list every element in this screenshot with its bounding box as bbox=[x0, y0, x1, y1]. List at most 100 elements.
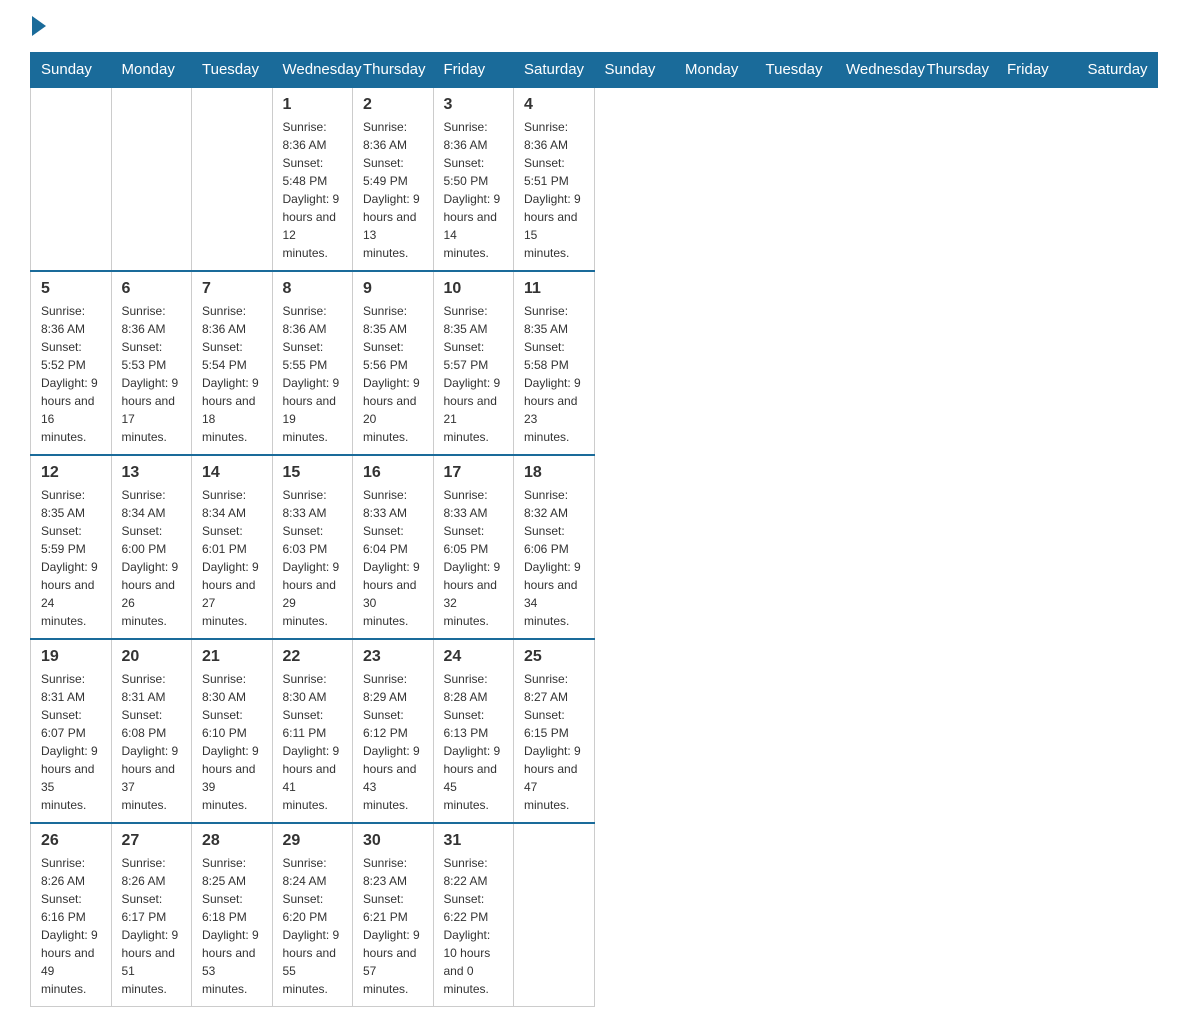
day-cell: 10Sunrise: 8:35 AM Sunset: 5:57 PM Dayli… bbox=[433, 271, 514, 455]
day-number: 30 bbox=[363, 832, 423, 850]
col-header-tuesday: Tuesday bbox=[755, 53, 836, 88]
day-header-tuesday: Tuesday bbox=[192, 53, 273, 88]
day-number: 15 bbox=[283, 464, 343, 482]
day-cell: 29 Sunrise: 8:24 AM Sunset: 6:20 PM Dayli… bbox=[272, 823, 353, 1007]
day-info: Sunrise: 8:24 AM Sunset: 6:20 PM Dayligh… bbox=[283, 854, 343, 998]
col-header-saturday: Saturday bbox=[1077, 53, 1158, 88]
day-cell: 25Sunrise: 8:27 AM Sunset: 6:15 PM Dayli… bbox=[514, 639, 595, 823]
day-cell: 31 Sunrise: 8:22 AM Sunset: 6:22 PM Dayli… bbox=[433, 823, 514, 1007]
day-info: Sunrise: 8:35 AM Sunset: 5:57 PM Dayligh… bbox=[444, 302, 504, 446]
week-row-5: 26Sunrise: 8:26 AM Sunset: 6:16 PM Dayli… bbox=[31, 823, 1158, 1007]
day-cell: 14 Sunrise: 8:34 AM Sunset: 6:01 PM Dayli… bbox=[192, 455, 273, 639]
day-number: 27 bbox=[122, 832, 182, 850]
day-cell: 20Sunrise: 8:31 AM Sunset: 6:08 PM Dayli… bbox=[111, 639, 192, 823]
day-cell: 4Sunrise: 8:36 AM Sunset: 5:51 PM Daylig… bbox=[514, 87, 595, 271]
day-info: Sunrise: 8:34 AM Sunset: 6:01 PM Dayligh… bbox=[202, 486, 262, 630]
day-number: 13 bbox=[122, 464, 182, 482]
day-number: 21 bbox=[202, 648, 262, 666]
day-cell: 16Sunrise: 8:33 AM Sunset: 6:04 PM Dayli… bbox=[353, 455, 434, 639]
day-cell: 24 Sunrise: 8:28 AM Sunset: 6:13 PM Dayli… bbox=[433, 639, 514, 823]
col-header-friday: Friday bbox=[997, 53, 1078, 88]
day-number: 7 bbox=[202, 280, 262, 298]
day-number: 11 bbox=[524, 280, 584, 298]
day-info: Sunrise: 8:36 AM Sunset: 5:55 PM Dayligh… bbox=[283, 302, 343, 446]
week-row-1: 1 Sunrise: 8:36 AM Sunset: 5:48 PM Daylig… bbox=[31, 87, 1158, 271]
day-number: 14 bbox=[202, 464, 262, 482]
day-info: Sunrise: 8:22 AM Sunset: 6:22 PM Dayligh… bbox=[444, 854, 504, 998]
day-info: Sunrise: 8:23 AM Sunset: 6:21 PM Dayligh… bbox=[363, 854, 423, 998]
day-number: 23 bbox=[363, 648, 423, 666]
day-info: Sunrise: 8:36 AM Sunset: 5:48 PM Dayligh… bbox=[283, 118, 343, 262]
day-cell: 12 Sunrise: 8:35 AM Sunset: 5:59 PM Dayli… bbox=[31, 455, 112, 639]
day-cell: 5Sunrise: 8:36 AM Sunset: 5:52 PM Daylig… bbox=[31, 271, 112, 455]
day-number: 28 bbox=[202, 832, 262, 850]
col-header-sunday: Sunday bbox=[594, 53, 675, 88]
calendar-table: SundayMondayTuesdayWednesdayThursdayFrid… bbox=[30, 52, 1158, 1007]
day-cell: 28 Sunrise: 8:25 AM Sunset: 6:18 PM Dayli… bbox=[192, 823, 273, 1007]
day-number: 20 bbox=[122, 648, 182, 666]
day-info: Sunrise: 8:27 AM Sunset: 6:15 PM Dayligh… bbox=[524, 670, 584, 814]
day-info: Sunrise: 8:33 AM Sunset: 6:05 PM Dayligh… bbox=[444, 486, 504, 630]
week-row-3: 12 Sunrise: 8:35 AM Sunset: 5:59 PM Dayli… bbox=[31, 455, 1158, 639]
day-info: Sunrise: 8:35 AM Sunset: 5:56 PM Dayligh… bbox=[363, 302, 423, 446]
day-number: 31 bbox=[444, 832, 504, 850]
col-header-monday: Monday bbox=[675, 53, 756, 88]
day-header-saturday: Saturday bbox=[514, 53, 595, 88]
day-number: 22 bbox=[283, 648, 343, 666]
day-info: Sunrise: 8:36 AM Sunset: 5:51 PM Dayligh… bbox=[524, 118, 584, 262]
day-info: Sunrise: 8:36 AM Sunset: 5:50 PM Dayligh… bbox=[444, 118, 504, 262]
day-number: 8 bbox=[283, 280, 343, 298]
week-row-4: 19 Sunrise: 8:31 AM Sunset: 6:07 PM Dayli… bbox=[31, 639, 1158, 823]
col-header-thursday: Thursday bbox=[916, 53, 997, 88]
day-info: Sunrise: 8:35 AM Sunset: 5:59 PM Dayligh… bbox=[41, 486, 101, 630]
day-cell: 23 Sunrise: 8:29 AM Sunset: 6:12 PM Dayli… bbox=[353, 639, 434, 823]
day-cell: 30 Sunrise: 8:23 AM Sunset: 6:21 PM Dayli… bbox=[353, 823, 434, 1007]
day-cell: 9 Sunrise: 8:35 AM Sunset: 5:56 PM Daylig… bbox=[353, 271, 434, 455]
day-cell: 7Sunrise: 8:36 AM Sunset: 5:54 PM Daylig… bbox=[192, 271, 273, 455]
day-number: 9 bbox=[363, 280, 423, 298]
day-cell: 18 Sunrise: 8:32 AM Sunset: 6:06 PM Dayli… bbox=[514, 455, 595, 639]
col-header-wednesday: Wednesday bbox=[836, 53, 917, 88]
day-header-friday: Friday bbox=[433, 53, 514, 88]
day-cell: 17Sunrise: 8:33 AM Sunset: 6:05 PM Dayli… bbox=[433, 455, 514, 639]
day-info: Sunrise: 8:25 AM Sunset: 6:18 PM Dayligh… bbox=[202, 854, 262, 998]
day-info: Sunrise: 8:30 AM Sunset: 6:11 PM Dayligh… bbox=[283, 670, 343, 814]
day-cell: 13 Sunrise: 8:34 AM Sunset: 6:00 PM Dayli… bbox=[111, 455, 192, 639]
day-cell: 19 Sunrise: 8:31 AM Sunset: 6:07 PM Dayli… bbox=[31, 639, 112, 823]
day-cell: 1 Sunrise: 8:36 AM Sunset: 5:48 PM Daylig… bbox=[272, 87, 353, 271]
day-cell: 6 Sunrise: 8:36 AM Sunset: 5:53 PM Daylig… bbox=[111, 271, 192, 455]
day-cell: 8 Sunrise: 8:36 AM Sunset: 5:55 PM Daylig… bbox=[272, 271, 353, 455]
day-info: Sunrise: 8:36 AM Sunset: 5:49 PM Dayligh… bbox=[363, 118, 423, 262]
day-number: 18 bbox=[524, 464, 584, 482]
day-number: 1 bbox=[283, 96, 343, 114]
day-info: Sunrise: 8:36 AM Sunset: 5:52 PM Dayligh… bbox=[41, 302, 101, 446]
header-row: SundayMondayTuesdayWednesdayThursdayFrid… bbox=[31, 53, 1158, 88]
day-number: 6 bbox=[122, 280, 182, 298]
day-info: Sunrise: 8:26 AM Sunset: 6:17 PM Dayligh… bbox=[122, 854, 182, 998]
logo-arrow-icon bbox=[32, 16, 46, 36]
day-info: Sunrise: 8:32 AM Sunset: 6:06 PM Dayligh… bbox=[524, 486, 584, 630]
day-number: 29 bbox=[283, 832, 343, 850]
day-number: 19 bbox=[41, 648, 101, 666]
day-cell: 3Sunrise: 8:36 AM Sunset: 5:50 PM Daylig… bbox=[433, 87, 514, 271]
page-header bbox=[30, 20, 1158, 32]
day-number: 26 bbox=[41, 832, 101, 850]
day-info: Sunrise: 8:28 AM Sunset: 6:13 PM Dayligh… bbox=[444, 670, 504, 814]
day-info: Sunrise: 8:36 AM Sunset: 5:53 PM Dayligh… bbox=[122, 302, 182, 446]
day-cell bbox=[111, 87, 192, 271]
day-header-sunday: Sunday bbox=[31, 53, 112, 88]
day-cell: 2 Sunrise: 8:36 AM Sunset: 5:49 PM Daylig… bbox=[353, 87, 434, 271]
logo bbox=[30, 20, 46, 32]
day-number: 2 bbox=[363, 96, 423, 114]
day-cell: 27 Sunrise: 8:26 AM Sunset: 6:17 PM Dayli… bbox=[111, 823, 192, 1007]
day-info: Sunrise: 8:31 AM Sunset: 6:07 PM Dayligh… bbox=[41, 670, 101, 814]
day-header-wednesday: Wednesday bbox=[272, 53, 353, 88]
day-cell: 11Sunrise: 8:35 AM Sunset: 5:58 PM Dayli… bbox=[514, 271, 595, 455]
day-cell: 21Sunrise: 8:30 AM Sunset: 6:10 PM Dayli… bbox=[192, 639, 273, 823]
day-info: Sunrise: 8:34 AM Sunset: 6:00 PM Dayligh… bbox=[122, 486, 182, 630]
day-number: 12 bbox=[41, 464, 101, 482]
day-info: Sunrise: 8:29 AM Sunset: 6:12 PM Dayligh… bbox=[363, 670, 423, 814]
day-header-monday: Monday bbox=[111, 53, 192, 88]
day-number: 24 bbox=[444, 648, 504, 666]
day-cell bbox=[31, 87, 112, 271]
